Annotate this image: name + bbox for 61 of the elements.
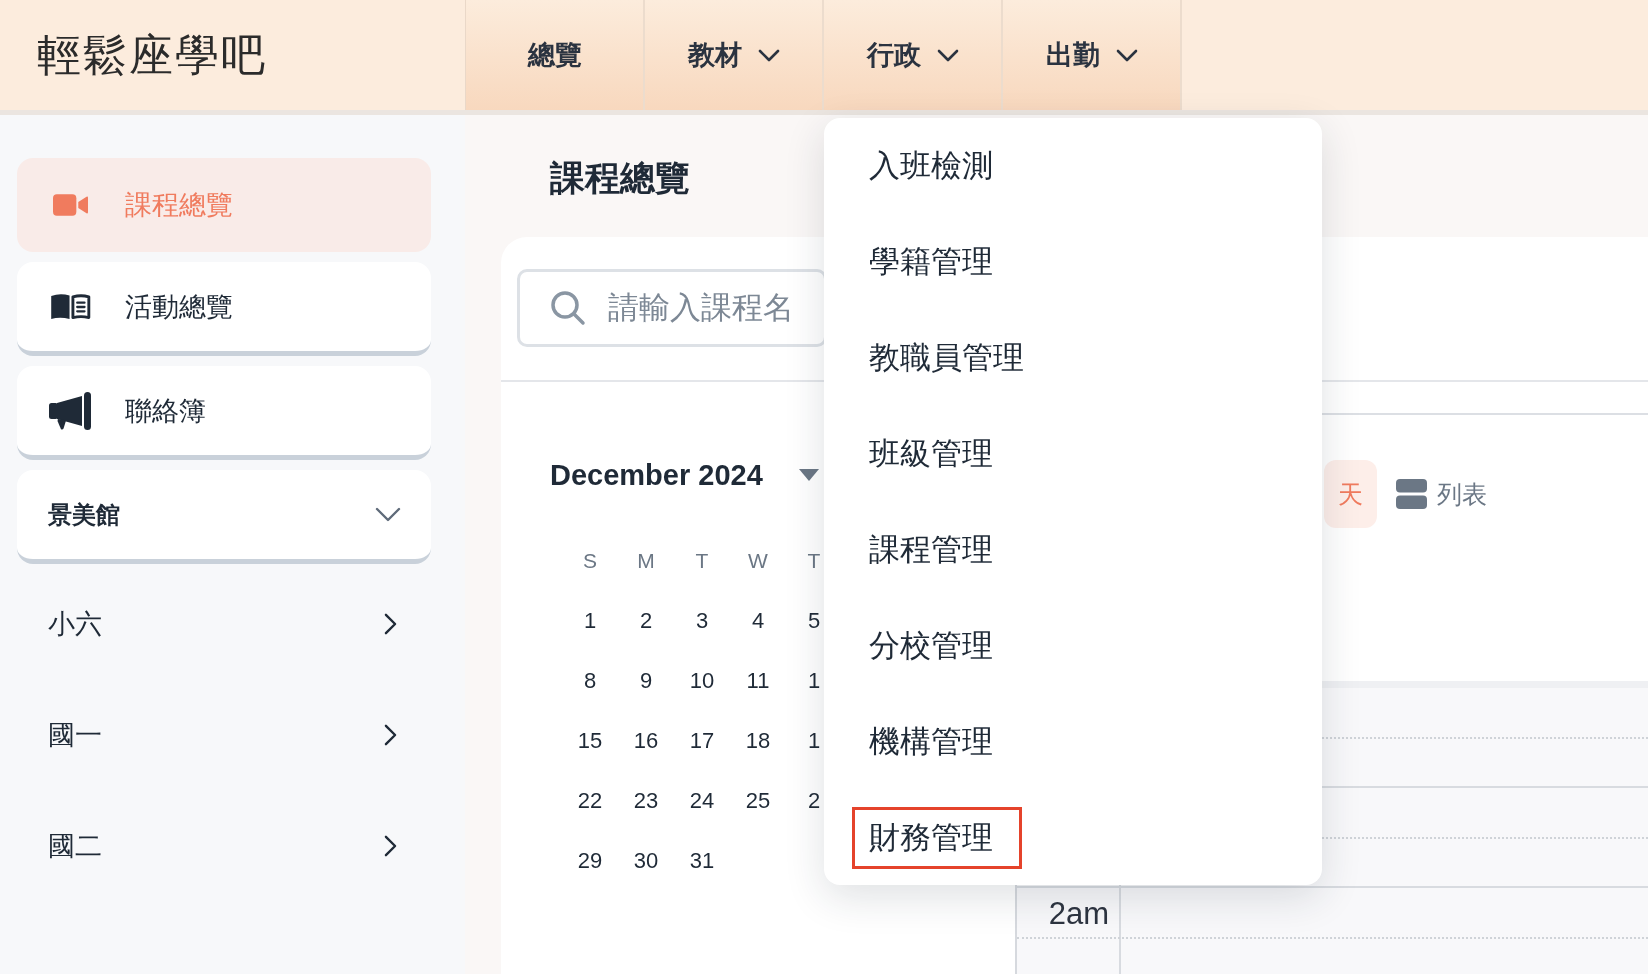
calendar-day[interactable]: 1 (583, 608, 597, 634)
branch-header[interactable]: 景美館 (17, 470, 431, 564)
sidebar-item[interactable]: 活動總覽 (17, 262, 431, 356)
weekday-label: T (807, 549, 821, 573)
sidebar-subitem[interactable]: 國二 (17, 790, 431, 901)
list-icon (1396, 479, 1427, 509)
caret-down-icon[interactable] (798, 469, 819, 481)
calendar-day[interactable]: 22 (577, 788, 603, 814)
nav-tab[interactable]: 教材 (645, 0, 824, 110)
calendar-day[interactable]: 1 (807, 668, 821, 694)
calendar-day[interactable]: 11 (746, 668, 770, 694)
month-label: December 2024 (550, 458, 763, 492)
weekday-label: M (637, 549, 655, 573)
weekday-label: S (583, 549, 597, 573)
calendar-day[interactable]: 2 (807, 788, 821, 814)
logo-text: 輕鬆座學吧 (37, 28, 267, 82)
nav-tab[interactable]: 行政 (824, 0, 1003, 110)
menu-item[interactable]: 班級管理 (852, 423, 1022, 485)
calendar-day[interactable]: 18 (745, 728, 771, 754)
search-icon (550, 290, 586, 326)
calendar-day[interactable]: 3 (695, 608, 709, 634)
open-book-icon (49, 293, 91, 320)
search-field[interactable]: 請輸入課程名 (517, 269, 827, 347)
calendar-day[interactable]: 30 (633, 848, 659, 874)
video-camera-icon (52, 193, 88, 217)
calendar-day[interactable]: 25 (745, 788, 771, 814)
menu-item[interactable]: 分校管理 (852, 615, 1022, 677)
calendar-day[interactable]: 23 (633, 788, 659, 814)
calendar-day[interactable]: 4 (751, 608, 765, 634)
chevron-down-icon (1115, 48, 1138, 62)
calendar-day[interactable]: 31 (689, 848, 715, 874)
calendar-day[interactable]: 8 (583, 668, 597, 694)
nav-tab[interactable]: 總覽 (466, 0, 645, 110)
calendar-day[interactable]: 2 (639, 608, 653, 634)
sidebar-subitem[interactable]: 小六 (17, 568, 431, 679)
calendar-day[interactable]: 10 (689, 668, 715, 694)
page-title: 課程總覽 (550, 157, 690, 199)
calendar-day[interactable]: 5 (807, 608, 821, 634)
megaphone-icon (48, 391, 92, 430)
calendar-day[interactable]: 29 (577, 848, 603, 874)
menu-item[interactable]: 課程管理 (852, 519, 1022, 581)
sidebar-subitem[interactable]: 國一 (17, 679, 431, 790)
view-button[interactable]: 列表 (1382, 460, 1501, 528)
calendar-day[interactable]: 17 (689, 728, 715, 754)
calendar-day[interactable]: 16 (633, 728, 659, 754)
calendar-day[interactable]: 1 (807, 728, 821, 754)
sidebar-item[interactable]: 聯絡簿 (17, 366, 431, 460)
chevron-down-icon (757, 48, 780, 62)
hour-label: 2am (1048, 896, 1109, 932)
calendar-day[interactable]: 15 (577, 728, 603, 754)
weekday-label: T (695, 549, 709, 573)
calendar-day[interactable]: 9 (639, 668, 653, 694)
menu-item[interactable]: 學籍管理 (852, 231, 1022, 293)
weekday-label: W (748, 549, 768, 573)
menu-item[interactable]: 機構管理 (852, 711, 1022, 773)
chevron-down-icon (936, 48, 959, 62)
calendar-day[interactable]: 24 (689, 788, 715, 814)
menu-item[interactable]: 入班檢測 (852, 135, 1022, 197)
nav-tab[interactable]: 出勤 (1003, 0, 1182, 110)
menu-item[interactable]: 教職員管理 (852, 327, 1053, 389)
menu-item[interactable]: 財務管理 (852, 807, 1022, 869)
